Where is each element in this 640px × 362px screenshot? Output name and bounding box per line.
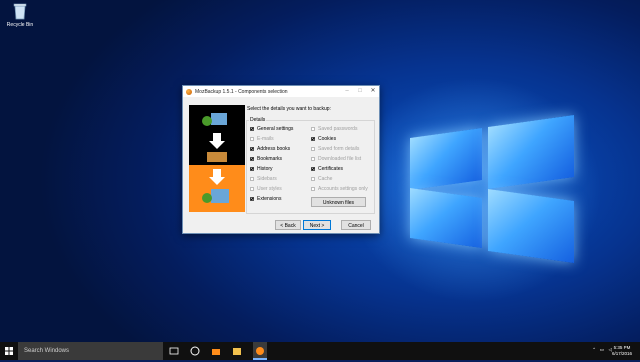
dialog-prompt: Select the details you want to backup:	[247, 106, 331, 112]
dialog-title: MozBackup 1.5.1 - Components selection	[195, 88, 288, 95]
desktop-icon-label: Recycle Bin	[6, 22, 34, 28]
maximize-icon[interactable]: □	[354, 86, 366, 97]
checkbox-certificates[interactable]: Certificates	[311, 166, 343, 172]
checkbox-box[interactable]	[250, 157, 254, 161]
checkbox-label: Cache	[318, 176, 333, 182]
taskbar-search[interactable]: Search Windows	[18, 342, 163, 360]
checkbox-box[interactable]	[250, 187, 254, 191]
clock-date: 6/17/2016	[611, 351, 632, 356]
checkbox-box[interactable]	[311, 157, 315, 161]
checkbox-box[interactable]	[311, 137, 315, 141]
checkbox-history[interactable]: History	[250, 166, 273, 172]
edge-icon[interactable]	[190, 346, 200, 356]
checkbox-accounts-settings-only[interactable]: Accounts settings only	[311, 186, 368, 192]
mozbackup-taskbar-icon[interactable]	[253, 342, 267, 360]
checkbox-label: Saved form details	[318, 146, 360, 152]
checkbox-bookmarks[interactable]: Bookmarks	[250, 156, 282, 162]
checkbox-label: Certificates	[318, 166, 344, 172]
network-icon[interactable]: ▭	[600, 347, 604, 353]
checkbox-label: User styles	[257, 186, 282, 192]
checkbox-cache[interactable]: Cache	[311, 176, 332, 182]
store-icon[interactable]	[211, 346, 221, 356]
cancel-button[interactable]: Cancel	[341, 220, 371, 230]
checkbox-box[interactable]	[250, 147, 254, 151]
checkbox-box[interactable]	[250, 197, 254, 201]
task-view-icon[interactable]	[169, 346, 179, 356]
checkbox-general-settings[interactable]: General settings	[250, 126, 293, 132]
checkbox-label: Bookmarks	[257, 156, 283, 162]
checkbox-saved-passwords[interactable]: Saved passwords	[311, 126, 357, 132]
checkbox-label: Saved passwords	[318, 126, 358, 132]
checkbox-label: E-mails	[257, 136, 274, 142]
details-group: Details General settings E-mails Address…	[246, 117, 375, 214]
mozbackup-dialog: MozBackup 1.5.1 - Components selection –…	[182, 85, 380, 234]
checkbox-label: Cookies	[318, 136, 337, 142]
taskbar-clock[interactable]: 5:35 PM 6/17/2016	[612, 345, 632, 357]
checkbox-box[interactable]	[311, 127, 315, 131]
start-button[interactable]	[0, 342, 18, 360]
unknown-files-button[interactable]: Unknown files	[311, 197, 366, 207]
checkbox-saved-form-details[interactable]: Saved form details	[311, 146, 359, 152]
checkbox-label: Accounts settings only	[318, 186, 368, 192]
windows-start-icon	[5, 347, 13, 355]
checkbox-box[interactable]	[250, 177, 254, 181]
checkbox-box[interactable]	[250, 167, 254, 171]
mozbackup-app-icon	[186, 88, 192, 95]
checkbox-address-books[interactable]: Address books	[250, 146, 290, 152]
back-button[interactable]: < Back	[275, 220, 301, 230]
checkbox-box[interactable]	[311, 167, 315, 171]
checkbox-box[interactable]	[311, 177, 315, 181]
recycle-bin-icon	[12, 2, 28, 20]
windows-logo-light	[410, 114, 580, 265]
checkbox-label: Downloaded file list	[318, 156, 362, 162]
checkbox-box[interactable]	[250, 137, 254, 141]
checkbox-downloaded-file-list[interactable]: Downloaded file list	[311, 156, 361, 162]
checkbox-box[interactable]	[311, 147, 315, 151]
file-explorer-icon[interactable]	[232, 346, 242, 356]
close-icon[interactable]: ✕	[367, 86, 379, 97]
checkbox-user-styles[interactable]: User styles	[250, 186, 282, 192]
wizard-side-image	[189, 105, 245, 212]
checkbox-extensions[interactable]: Extensions	[250, 196, 281, 202]
desktop-icon-recycle-bin[interactable]: Recycle Bin	[3, 2, 37, 28]
checkbox-label: Address books	[257, 146, 291, 152]
tray-chevron-icon[interactable]: ⌃	[592, 347, 596, 353]
checkbox-label: Extensions	[257, 196, 282, 202]
dialog-titlebar[interactable]: MozBackup 1.5.1 - Components selection –…	[183, 86, 379, 97]
taskbar: Search Windows ⌃ ▭ ◁ 5:35 PM 6/17/2016	[0, 342, 640, 360]
checkbox-cookies[interactable]: Cookies	[311, 136, 336, 142]
checkbox-sidebars[interactable]: Sidebars	[250, 176, 277, 182]
checkbox-box[interactable]	[250, 127, 254, 131]
checkbox-box[interactable]	[311, 187, 315, 191]
checkbox-label: Sidebars	[257, 176, 277, 182]
details-group-label: Details	[249, 117, 267, 123]
checkbox-label: General settings	[257, 126, 294, 132]
next-button[interactable]: Next >	[303, 220, 331, 230]
minimize-icon[interactable]: –	[341, 86, 353, 97]
checkbox-emails[interactable]: E-mails	[250, 136, 274, 142]
checkbox-label: History	[257, 166, 273, 172]
